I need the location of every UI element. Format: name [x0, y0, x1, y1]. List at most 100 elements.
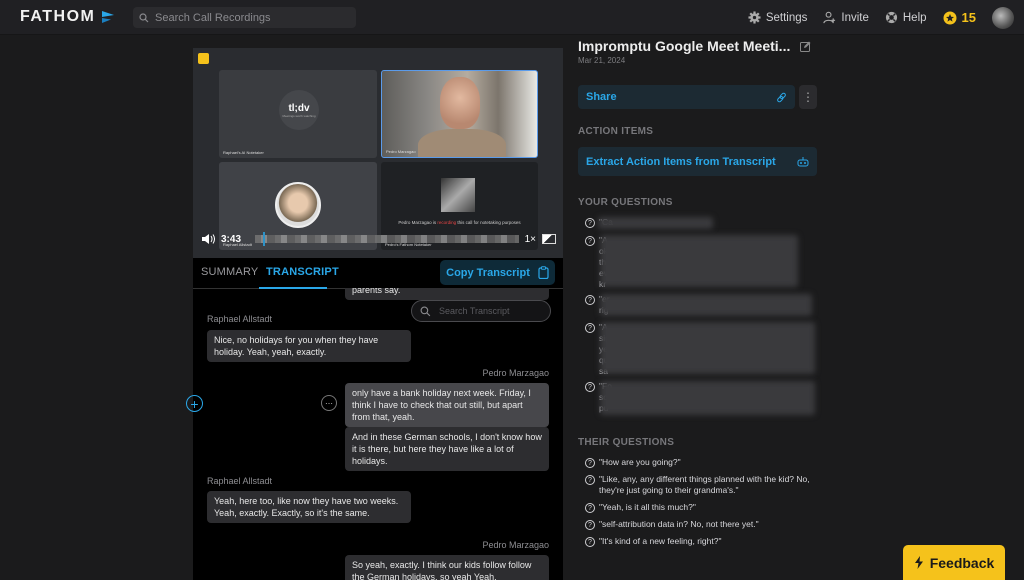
- speaker-name: Raphael Allstadt: [207, 476, 273, 486]
- transcript-message[interactable]: Nice, no holidays for you when they have…: [207, 330, 411, 362]
- picture-in-picture-icon[interactable]: [542, 234, 556, 244]
- share-label: Share: [586, 91, 617, 103]
- add-clip-icon[interactable]: +: [186, 395, 203, 412]
- lightning-icon: [914, 556, 923, 569]
- recording-notice: Pedro Marzagao is recording this call fo…: [398, 220, 521, 225]
- link-icon: [777, 92, 786, 102]
- edit-icon[interactable]: [800, 41, 811, 52]
- search-transcript-input[interactable]: Search Transcript: [411, 300, 551, 322]
- speaker-name: Pedro Marzagao: [482, 368, 549, 378]
- transcript-message[interactable]: Yeah, here too, like now they have two w…: [207, 491, 411, 523]
- your-questions-heading: YOUR QUESTIONS: [578, 197, 673, 208]
- feedback-button[interactable]: Feedback: [903, 545, 1005, 580]
- participant-thumbnail: [441, 178, 475, 212]
- search-icon: [139, 12, 149, 22]
- tile-name: Raphael's AI Notetaker: [223, 150, 264, 155]
- kebab-icon: ⋮: [802, 90, 814, 104]
- transcript-message[interactable]: parents say.: [345, 288, 549, 300]
- invite-button[interactable]: Invite: [823, 11, 869, 24]
- their-questions-heading: THEIR QUESTIONS: [578, 437, 675, 448]
- question-icon: ?: [585, 323, 595, 333]
- tldv-logo: tl;dv Meetings worth watching: [279, 90, 319, 130]
- question-icon: ?: [585, 382, 595, 392]
- tldv-logo-text: tl;dv: [288, 102, 310, 114]
- meeting-title: Impromptu Google Meet Meeti...: [578, 38, 818, 54]
- question-icon: ?: [585, 520, 595, 530]
- points-count: 15: [961, 10, 976, 25]
- recording-panel: tl;dv Meetings worth watching Raphael's …: [193, 48, 563, 580]
- fathom-logo-icon: [102, 11, 115, 23]
- redacted-text: [600, 235, 798, 287]
- add-user-icon: [823, 11, 836, 24]
- fathom-logo[interactable]: FATHOM: [20, 8, 115, 26]
- message-more-icon[interactable]: ⋯: [321, 395, 337, 411]
- logo-text: FATHOM: [20, 8, 96, 25]
- playhead[interactable]: [262, 232, 265, 246]
- current-time: 3:43: [221, 233, 242, 245]
- question-icon: ?: [585, 503, 595, 513]
- tile-name: Pedro Marzagao: [386, 149, 416, 154]
- transcript-message[interactable]: And in these German schools, I don't kno…: [345, 427, 549, 471]
- redacted-text: [600, 381, 815, 415]
- redacted-text: [598, 217, 713, 229]
- copy-transcript-button[interactable]: Copy Transcript: [440, 260, 555, 285]
- feedback-label: Feedback: [929, 554, 995, 571]
- points-badge[interactable]: 15: [943, 10, 976, 25]
- video-player[interactable]: tl;dv Meetings worth watching Raphael's …: [193, 48, 563, 258]
- participant-video: [418, 129, 506, 157]
- tldv-tagline: Meetings worth watching: [282, 113, 316, 118]
- help-label: Help: [902, 11, 927, 24]
- meeting-date: Mar 21, 2024: [578, 56, 626, 65]
- user-avatar[interactable]: [992, 6, 1014, 29]
- share-button[interactable]: Share: [578, 85, 795, 109]
- question-icon: ?: [585, 218, 595, 228]
- robot-icon: [797, 157, 809, 167]
- their-question-item: ? "How are you going?": [585, 457, 815, 468]
- participant-face: [440, 77, 480, 129]
- question-icon: ?: [585, 537, 595, 547]
- folder-badge-icon[interactable]: [198, 53, 209, 64]
- star-coin-icon: [943, 11, 957, 24]
- their-question-item: ? "It's kind of a new feeling, right?": [585, 536, 815, 547]
- tab-summary[interactable]: SUMMARY: [201, 266, 258, 278]
- search-recordings-input[interactable]: Search Call Recordings: [133, 7, 356, 28]
- redacted-text: [600, 322, 815, 374]
- their-question-item: ? "Yeah, is it all this much?": [585, 502, 815, 513]
- settings-button[interactable]: Settings: [748, 11, 808, 24]
- search-placeholder: Search Call Recordings: [155, 11, 271, 24]
- progress-scrubber[interactable]: [255, 232, 519, 246]
- video-tile-pedro: Pedro Marzagao: [381, 70, 538, 158]
- transcript-message-highlighted[interactable]: only have a bank holiday next week. Frid…: [345, 383, 549, 427]
- lifebuoy-icon: [885, 11, 897, 24]
- speaker-name: Pedro Marzagao: [482, 540, 549, 550]
- player-controls: 3:43 1×: [201, 231, 556, 247]
- search-icon: [420, 306, 431, 316]
- video-tile-notetaker: tl;dv Meetings worth watching Raphael's …: [219, 70, 377, 158]
- speaker-name: Raphael Allstadt: [207, 314, 273, 324]
- question-icon: ?: [585, 475, 595, 485]
- action-items-heading: ACTION ITEMS: [578, 126, 654, 137]
- copy-transcript-label: Copy Transcript: [446, 266, 530, 279]
- participant-avatar: [275, 182, 321, 228]
- more-options-button[interactable]: ⋮: [799, 85, 817, 109]
- question-icon: ?: [585, 458, 595, 468]
- tab-transcript[interactable]: TRANSCRIPT: [266, 266, 339, 278]
- settings-label: Settings: [765, 11, 808, 24]
- redacted-text: [600, 294, 812, 316]
- meeting-title-text: Impromptu Google Meet Meeti...: [578, 38, 791, 54]
- transcript-list: parents say. Search Transcript Raphael A…: [193, 288, 563, 580]
- extract-label: Extract Action Items from Transcript: [586, 155, 776, 168]
- volume-icon[interactable]: [201, 233, 215, 245]
- help-button[interactable]: Help: [885, 11, 927, 24]
- search-transcript-placeholder: Search Transcript: [439, 306, 510, 316]
- transcript-message[interactable]: So yeah, exactly. I think our kids follo…: [345, 555, 549, 580]
- their-question-item: ? "self-attribution data in? No, not ther…: [585, 519, 815, 530]
- their-question-item: ? "Like, any, any different things planne…: [585, 474, 815, 496]
- question-icon: ?: [585, 236, 595, 246]
- clipboard-icon: [538, 266, 549, 279]
- gear-icon: [748, 11, 761, 24]
- playback-speed[interactable]: 1×: [525, 234, 536, 245]
- top-bar: FATHOM Search Call Recordings Settings I…: [0, 0, 1024, 35]
- extract-action-items-button[interactable]: Extract Action Items from Transcript: [578, 147, 817, 176]
- question-icon: ?: [585, 295, 595, 305]
